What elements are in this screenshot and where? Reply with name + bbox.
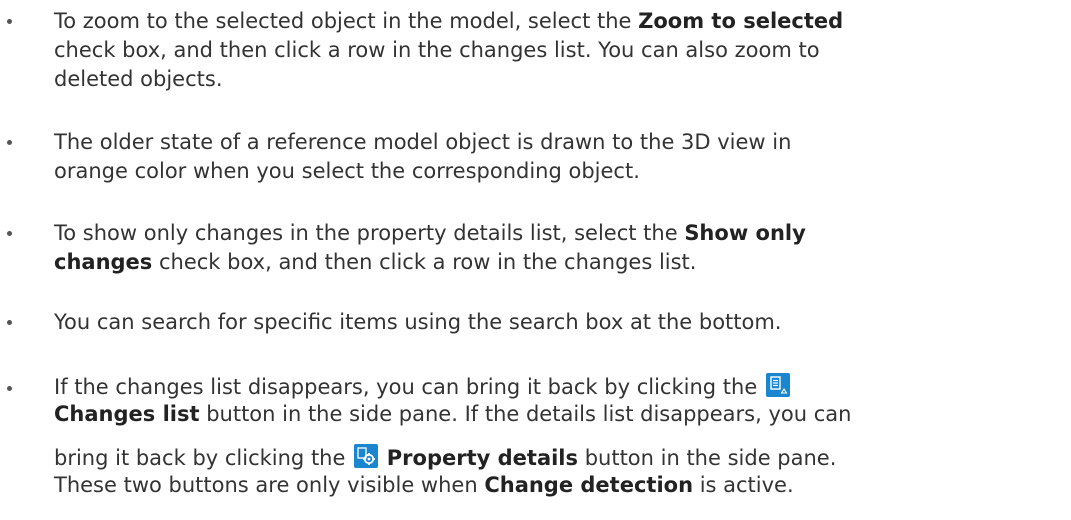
- bullet-dot: [7, 386, 12, 391]
- bullet-dot: [7, 140, 12, 145]
- ui-term: Property details: [386, 446, 579, 470]
- text-line: changes check box, and then click a row …: [54, 248, 1071, 277]
- ui-term: Changes list: [54, 402, 200, 426]
- bullet-dot: [7, 231, 12, 236]
- text-line: Changes list button in the side pane. If…: [54, 400, 1071, 429]
- text-line: The older state of a reference model obj…: [54, 130, 792, 154]
- text-span: To show only changes in the property det…: [54, 221, 685, 245]
- bullet-dot: [7, 19, 12, 24]
- ui-term: Zoom to selected: [638, 9, 844, 33]
- text-span: If the changes list disappears, you can …: [54, 375, 758, 399]
- text-line: deleted objects.: [54, 67, 223, 91]
- text-line: check box, and then click a row in the c…: [54, 38, 820, 62]
- bullet-dot: [7, 320, 12, 325]
- text-line: These two buttons are only visible when …: [54, 471, 1071, 500]
- text-span: check box, and then click a row in the c…: [152, 250, 697, 274]
- bullet-text: To zoom to the selected object in the mo…: [54, 7, 1071, 94]
- text-span: These two buttons are only visible when: [54, 473, 485, 497]
- ui-term: Change detection: [484, 473, 694, 497]
- document-body: To zoom to the selected object in the mo…: [0, 0, 1071, 520]
- text-span: bring it back by clicking the: [54, 446, 346, 470]
- text-span: button in the side pane.: [578, 446, 837, 470]
- text-span: button in the side pane. If the details …: [199, 402, 852, 426]
- bullet-text: You can search for specific items using …: [54, 308, 1071, 337]
- text-line: orange color when you select the corresp…: [54, 159, 640, 183]
- text-line: You can search for specific items using …: [54, 310, 782, 334]
- text-line: To zoom to the selected object in the mo…: [54, 7, 1071, 36]
- property-details-icon: [354, 444, 379, 468]
- bullet-text: The older state of a reference model obj…: [54, 128, 1071, 186]
- text-span: To zoom to the selected object in the mo…: [54, 9, 639, 33]
- bullet-text: To show only changes in the property det…: [54, 219, 1071, 277]
- ui-term: Show only: [684, 221, 806, 245]
- changes-list-icon: [765, 373, 790, 397]
- text-line: To show only changes in the property det…: [54, 219, 1071, 248]
- ui-term: changes: [54, 250, 153, 274]
- bullet-text: If the changes list disappears, you can …: [54, 368, 1071, 500]
- text-span: is active.: [693, 473, 794, 497]
